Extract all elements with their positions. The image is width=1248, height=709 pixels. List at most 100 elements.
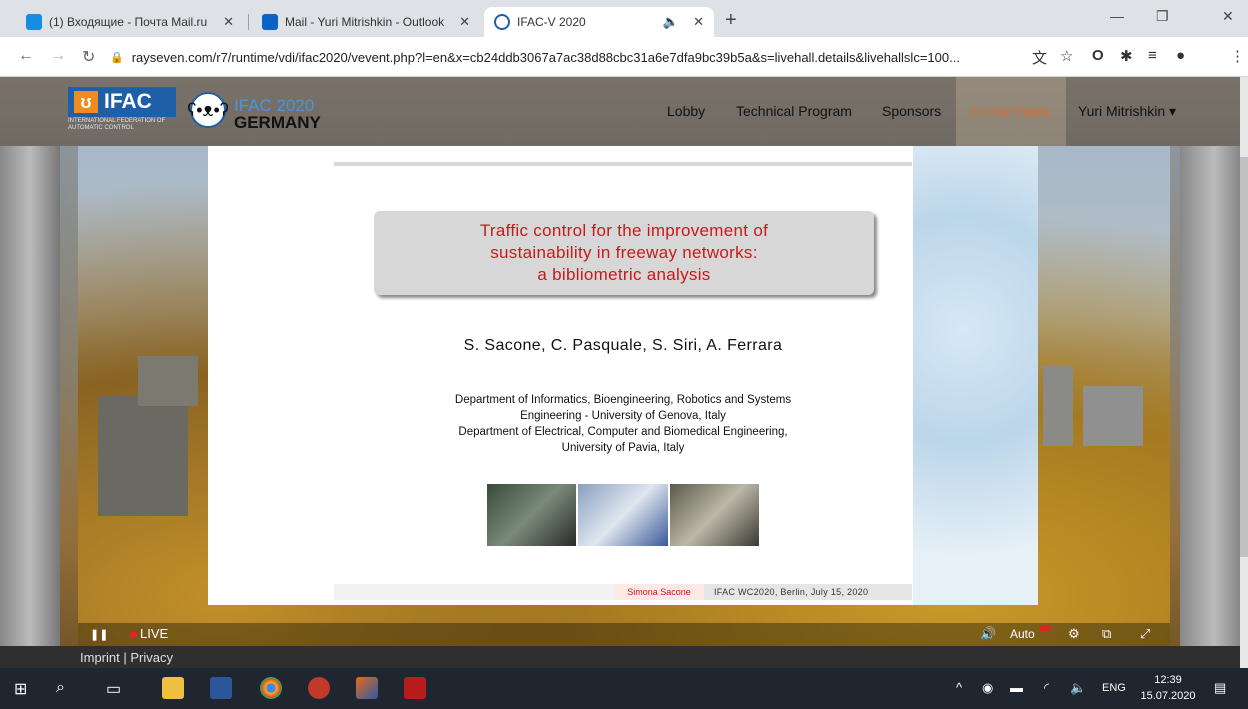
translate-icon[interactable]: 文 — [1032, 47, 1047, 68]
ifac-logo-text: IFAC — [104, 90, 152, 113]
site-footer: Imprint | Privacy — [0, 646, 1248, 668]
close-window-button[interactable]: ✕ — [1222, 8, 1234, 25]
menu-icon[interactable]: ⋮ — [1230, 47, 1245, 65]
slide-footer-blank — [334, 584, 614, 600]
affiliation-line: Department of Electrical, Computer and B… — [458, 426, 788, 438]
site-header: ʊ IFAC International Federation of Autom… — [0, 77, 1248, 146]
battery-icon[interactable]: ▬ — [1010, 680, 1023, 695]
scrollbar-thumb[interactable] — [1240, 157, 1248, 557]
slide-panel: Traffic control for the improvement of s… — [208, 146, 1038, 605]
wifi-icon[interactable]: ◜ — [1044, 680, 1049, 696]
reichstag-dome — [138, 356, 198, 406]
tray-chevron-icon[interactable]: ^ — [956, 680, 962, 695]
windows-start-icon[interactable]: ⊞ — [14, 679, 27, 699]
affiliation-line: Department of Informatics, Bioengineerin… — [454, 394, 792, 406]
nav-lobby[interactable]: Lobby — [667, 103, 705, 119]
slide-affiliations: Department of Informatics, Bioengineerin… — [334, 392, 912, 456]
slide-title-box: Traffic control for the improvement of s… — [374, 211, 874, 295]
tab-close-icon[interactable]: ✕ — [215, 14, 234, 30]
ifac-logo[interactable]: ʊ IFAC International Federation of Autom… — [68, 87, 176, 133]
task-view-icon[interactable]: ▭ — [106, 679, 121, 699]
website: ʊ IFAC International Federation of Autom… — [0, 77, 1248, 668]
ifac-badge: ʊ IFAC — [68, 87, 176, 117]
extensions-icon[interactable]: ✱ — [1120, 47, 1133, 65]
slide-title-line: a bibliometric analysis — [537, 265, 711, 284]
tab-title: IFAC-V 2020 — [517, 15, 586, 29]
berlin-bear-icon: ʕ•ᴥ•ʔ — [187, 92, 229, 128]
pause-button[interactable]: ❚❚ — [90, 628, 108, 641]
opera-extension-icon[interactable]: O — [1092, 47, 1104, 64]
tab-close-icon[interactable]: ✕ — [451, 14, 470, 30]
mail-app-icon[interactable] — [308, 677, 330, 699]
word-icon[interactable] — [210, 677, 232, 699]
clock-date: 15.07.2020 — [1140, 690, 1196, 702]
pip-button[interactable]: ⧉ — [1102, 626, 1111, 642]
outlook-favicon-icon — [262, 14, 278, 30]
settings-button[interactable]: ⚙ — [1068, 626, 1080, 642]
nav-live-track[interactable]: ⊙ Live Track — [970, 103, 1049, 120]
notifications-icon[interactable]: ▤ — [1214, 680, 1226, 696]
slide-footer: Simona Sacone IFAC WC2020, Berlin, July … — [334, 584, 912, 600]
system-clock[interactable]: 12:39 15.07.2020 — [1138, 672, 1198, 704]
slide-background-graphic — [913, 146, 1038, 605]
event-logo-line1: IFAC 2020 — [234, 96, 315, 115]
volume-button[interactable]: 🔊 — [980, 626, 996, 642]
presentation-slide: Traffic control for the improvement of s… — [334, 162, 912, 600]
page-scrollbar[interactable] — [1240, 77, 1248, 668]
acrobat-icon[interactable] — [404, 677, 426, 699]
hall-pillar-left — [0, 146, 60, 668]
user-menu[interactable]: Yuri Mitrishkin ▾ — [1078, 103, 1176, 120]
slide-title-line: Traffic control for the improvement of — [479, 221, 769, 240]
mail-ru-favicon-icon — [26, 14, 42, 30]
slide-authors: S. Sacone, C. Pasquale, S. Siri, A. Ferr… — [463, 337, 783, 354]
event-logo-line2: GERMANY — [234, 113, 321, 132]
tab-mute-icon[interactable]: 🔈 — [663, 14, 679, 30]
bookmark-star-icon[interactable]: ☆ — [1060, 47, 1073, 65]
ifac-mark-icon: ʊ — [74, 91, 98, 113]
chrome-icon[interactable] — [260, 677, 282, 699]
forward-icon[interactable]: → — [50, 47, 66, 65]
profile-icon[interactable]: ● — [1176, 47, 1185, 64]
hall-pillar-right — [1180, 146, 1248, 668]
url-field[interactable]: 🔒 rayseven.com/r7/runtime/vdi/ifac2020/v… — [110, 43, 1020, 71]
fullscreen-button[interactable]: ⤢ — [1140, 626, 1150, 642]
live-indicator-icon — [130, 631, 137, 638]
nav-sponsors[interactable]: Sponsors — [882, 103, 941, 119]
tab-mail-ru[interactable]: (1) Входящие - Почта Mail.ru ✕ — [16, 7, 244, 37]
restore-button[interactable]: ❐ — [1156, 8, 1169, 25]
tab-separator — [248, 14, 249, 30]
slide-top-line — [334, 162, 912, 166]
new-tab-button[interactable]: + — [725, 9, 737, 32]
quality-selector[interactable]: Auto — [1010, 627, 1035, 641]
nav-technical-program[interactable]: Technical Program — [736, 103, 852, 119]
language-indicator[interactable]: ENG — [1102, 682, 1126, 694]
speaker-icon[interactable]: 🔈 — [1070, 680, 1086, 696]
live-label: LIVE — [140, 626, 169, 641]
back-icon[interactable]: ← — [18, 47, 34, 65]
traffic-photo — [487, 484, 577, 546]
traffic-photo — [578, 484, 668, 546]
clock-time: 12:39 — [1154, 674, 1182, 686]
tray-app-icon[interactable]: ◉ — [982, 680, 993, 696]
minimize-button[interactable]: — — [1110, 8, 1124, 24]
tab-title: (1) Входящие - Почта Mail.ru — [49, 15, 208, 29]
imprint-privacy-link[interactable]: Imprint | Privacy — [80, 650, 173, 665]
tab-ifac[interactable]: IFAC-V 2020 🔈 ✕ — [484, 7, 714, 37]
matlab-icon[interactable] — [356, 677, 378, 699]
live-video-player[interactable]: Traffic control for the improvement of s… — [78, 146, 1170, 646]
file-explorer-icon[interactable] — [162, 677, 184, 699]
city-building — [1083, 386, 1143, 446]
affiliation-line: University of Pavia, Italy — [561, 442, 685, 454]
ifac-logo-subtitle: International Federation of Automatic Co… — [68, 118, 166, 131]
reading-list-icon[interactable]: ≡ — [1148, 47, 1157, 64]
ifac-favicon-icon — [494, 14, 510, 30]
slide-title-line: sustainability in freeway networks: — [490, 243, 758, 262]
browser-tab-strip: (1) Входящие - Почта Mail.ru ✕ Mail - Yu… — [0, 0, 1248, 37]
event-logo[interactable]: IFAC 2020 GERMANY — [234, 97, 321, 131]
reichstag-building — [98, 396, 188, 516]
tab-outlook[interactable]: Mail - Yuri Mitrishkin - Outlook ✕ — [252, 7, 480, 37]
search-icon[interactable]: ⌕ — [56, 679, 65, 697]
tab-close-icon[interactable]: ✕ — [685, 14, 704, 30]
live-track-icon: ⊙ — [970, 103, 982, 119]
reload-icon[interactable]: ↻ — [82, 47, 95, 67]
